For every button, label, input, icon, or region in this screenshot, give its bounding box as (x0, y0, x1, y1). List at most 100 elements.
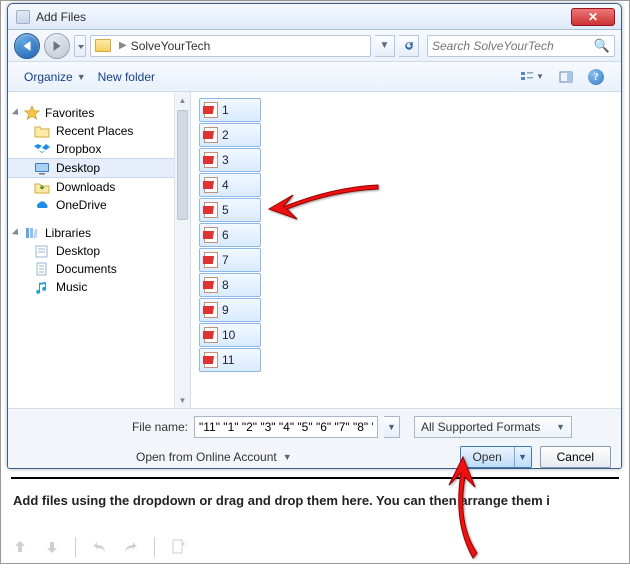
nav-row: ▶ SolveYourTech ▼ 🔍 (8, 30, 621, 62)
file-name: 6 (222, 228, 229, 242)
file-item[interactable]: 5 (199, 198, 261, 222)
file-name: 11 (222, 353, 234, 367)
filename-history-dropdown[interactable]: ▼ (384, 416, 400, 438)
file-name: 1 (222, 103, 229, 117)
pdf-icon (204, 102, 218, 118)
redo-icon (122, 538, 140, 556)
open-button[interactable]: Open ▼ (460, 446, 532, 468)
tree-item-label: Downloads (56, 180, 115, 194)
help-button[interactable]: ? (581, 66, 611, 88)
expand-icon (12, 228, 21, 237)
titlebar[interactable]: Add Files ✕ (8, 4, 621, 30)
scroll-down-icon[interactable]: ▼ (175, 392, 190, 408)
online-label: Open from Online Account (136, 450, 277, 464)
search-icon: 🔍 (594, 38, 610, 54)
tree-item-dropbox[interactable]: Dropbox (8, 140, 190, 158)
file-item[interactable]: 11 (199, 348, 261, 372)
refresh-button[interactable] (399, 35, 419, 57)
tree-item-label: Music (56, 280, 87, 294)
folder-icon (95, 39, 111, 52)
nav-tree[interactable]: Favorites Recent Places Dropbox Desktop … (8, 92, 191, 408)
file-item[interactable]: 7 (199, 248, 261, 272)
file-name: 9 (222, 303, 229, 317)
upload-icon (11, 538, 29, 556)
nav-history-dropdown[interactable] (74, 35, 86, 57)
address-bar[interactable]: ▶ SolveYourTech (90, 35, 371, 57)
open-online-account[interactable]: Open from Online Account ▼ (136, 450, 292, 464)
pdf-icon (204, 302, 218, 318)
address-folder: SolveYourTech (131, 39, 211, 53)
toolbar: Organize ▼ New folder ▼ ? (8, 62, 621, 92)
tree-item-lib-desktop[interactable]: Desktop (8, 242, 190, 260)
scroll-thumb[interactable] (177, 110, 188, 220)
desktop-icon (34, 161, 50, 175)
chevron-down-icon: ▼ (536, 72, 544, 81)
file-item[interactable]: 3 (199, 148, 261, 172)
undo-icon (90, 538, 108, 556)
file-type-filter[interactable]: All Supported Formats ▼ (414, 416, 572, 438)
tree-item-desktop[interactable]: Desktop (8, 158, 190, 178)
organize-menu[interactable]: Organize ▼ (18, 66, 92, 88)
instruction-text: Add files using the dropdown or drag and… (13, 493, 550, 508)
window-title: Add Files (36, 10, 571, 24)
documents-icon (34, 262, 50, 276)
new-folder-button[interactable]: New folder (92, 66, 161, 88)
tree-item-label: Documents (56, 262, 117, 276)
filter-label: All Supported Formats (421, 420, 540, 434)
nav-forward-button[interactable] (44, 33, 70, 59)
chevron-right-icon: ▶ (119, 40, 127, 51)
divider (11, 477, 619, 479)
pdf-icon (204, 127, 218, 143)
scroll-up-icon[interactable]: ▲ (175, 92, 190, 108)
preview-pane-button[interactable] (551, 66, 581, 88)
tree-libraries-header[interactable]: Libraries (8, 224, 190, 242)
file-item[interactable]: 2 (199, 123, 261, 147)
chevron-down-icon: ▼ (77, 72, 86, 82)
dropbox-icon (34, 142, 50, 156)
download-icon (43, 538, 61, 556)
file-item[interactable]: 1 (199, 98, 261, 122)
tree-scrollbar[interactable]: ▲ ▼ (174, 92, 190, 408)
separator (154, 537, 155, 557)
host-toolbar (11, 537, 187, 557)
tree-item-label: Desktop (56, 244, 100, 258)
tree-item-lib-documents[interactable]: Documents (8, 260, 190, 278)
star-icon (24, 106, 40, 120)
file-name: 3 (222, 153, 229, 167)
nav-back-button[interactable] (14, 33, 40, 59)
file-name: 7 (222, 253, 229, 267)
desktop-icon (34, 244, 50, 258)
cancel-button[interactable]: Cancel (540, 446, 611, 468)
file-item[interactable]: 8 (199, 273, 261, 297)
app-icon (16, 10, 30, 24)
file-item[interactable]: 9 (199, 298, 261, 322)
tree-item-downloads[interactable]: Downloads (8, 178, 190, 196)
tree-item-label: Dropbox (56, 142, 101, 156)
pdf-icon (204, 152, 218, 168)
file-item[interactable]: 4 (199, 173, 261, 197)
add-page-icon (169, 538, 187, 556)
tree-item-lib-music[interactable]: Music (8, 278, 190, 296)
filename-input[interactable] (194, 416, 378, 438)
tree-favorites-header[interactable]: Favorites (8, 104, 190, 122)
open-split-dropdown[interactable]: ▼ (515, 447, 531, 467)
file-item[interactable]: 6 (199, 223, 261, 247)
tree-item-onedrive[interactable]: OneDrive (8, 196, 190, 214)
organize-label: Organize (24, 70, 73, 84)
pdf-icon (204, 227, 218, 243)
view-menu[interactable]: ▼ (513, 66, 551, 88)
file-item[interactable]: 10 (199, 323, 261, 347)
file-list-pane[interactable]: 1 2 3 4 5 6 7 8 9 10 11 (191, 92, 621, 408)
address-dropdown[interactable]: ▼ (375, 35, 395, 57)
filename-label: File name: (18, 420, 188, 434)
search-box[interactable]: 🔍 (427, 35, 615, 57)
onedrive-icon (34, 198, 50, 212)
tree-item-recent-places[interactable]: Recent Places (8, 122, 190, 140)
file-name: 5 (222, 203, 229, 217)
close-button[interactable]: ✕ (571, 8, 615, 26)
music-icon (34, 280, 50, 294)
downloads-icon (34, 180, 50, 194)
pdf-icon (204, 252, 218, 268)
search-input[interactable] (432, 39, 592, 53)
pdf-icon (204, 177, 218, 193)
